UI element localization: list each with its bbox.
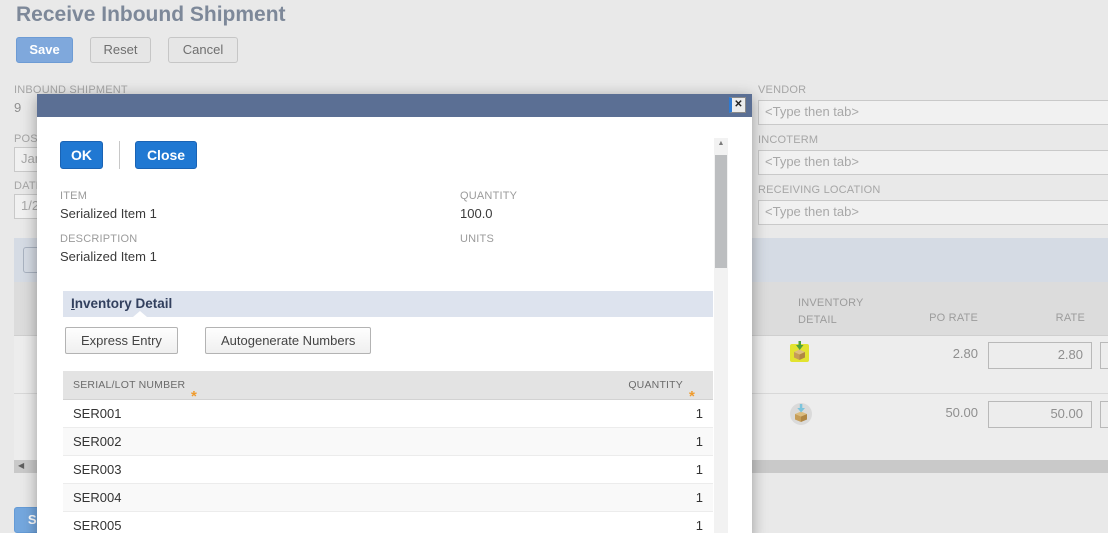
close-button[interactable]: Close — [135, 141, 197, 169]
scroll-left-icon[interactable]: ◀ — [18, 461, 24, 470]
serial-table-row[interactable]: SER004 1 — [63, 484, 713, 512]
dialog-tabstrip: Inventory Detail — [63, 291, 713, 317]
dialog-scrollbar[interactable]: ▲ — [714, 138, 728, 533]
units-label: UNITS — [460, 233, 494, 245]
express-entry-button[interactable]: Express Entry — [65, 327, 178, 354]
item-value: Serialized Item 1 — [60, 206, 157, 221]
inventory-detail-column-header: INVENTORY DETAIL — [798, 297, 864, 326]
scroll-up-icon[interactable]: ▲ — [714, 140, 728, 147]
page-title: Receive Inbound Shipment — [16, 3, 286, 26]
tab-inventory-detail[interactable]: Inventory Detail — [71, 296, 172, 311]
serial-lot-number-column-header: SERIAL/LOT NUMBER — [73, 379, 186, 391]
autogenerate-numbers-button[interactable]: Autogenerate Numbers — [205, 327, 372, 354]
serial-table: SERIAL/LOT NUMBER * QUANTITY * SER001 1 SE… — [63, 371, 713, 533]
po-rate-value: 50.00 — [945, 405, 978, 420]
incoterm-input[interactable]: <Type then tab> — [758, 150, 1108, 175]
serial-table-body: SER001 1 SER002 1 SER003 1 SER004 1 SER005 1 — [63, 400, 713, 533]
inventory-detail-assigned-icon[interactable] — [789, 340, 810, 368]
item-label: ITEM — [60, 190, 88, 202]
serial-number-cell: SER005 — [73, 518, 122, 533]
receiving-location-label: RECEIVING LOCATION — [758, 184, 881, 196]
description-label: DESCRIPTION — [60, 233, 138, 245]
serial-table-row[interactable]: SER003 1 — [63, 456, 713, 484]
scrollbar-thumb[interactable] — [715, 155, 727, 268]
save-button[interactable]: Save — [16, 37, 73, 63]
serial-number-cell: SER002 — [73, 434, 122, 449]
quantity-value: 100.0 — [460, 206, 493, 221]
po-rate-value: 2.80 — [952, 346, 978, 361]
clipped-input[interactable] — [1100, 401, 1108, 428]
rate-column-header: RATE — [1055, 312, 1085, 324]
quantity-cell: 1 — [695, 518, 703, 533]
vendor-input[interactable]: <Type then tab> — [758, 100, 1108, 125]
description-value: Serialized Item 1 — [60, 249, 157, 264]
vendor-label: VENDOR — [758, 84, 807, 96]
inbound-shipment-value: 9 — [14, 100, 22, 115]
serial-table-header: SERIAL/LOT NUMBER * QUANTITY * — [63, 371, 713, 405]
receive-inbound-shipment-page: Receive Inbound Shipment Save Reset Canc… — [0, 0, 1108, 533]
close-icon[interactable]: ✕ — [729, 97, 746, 113]
serial-table-row[interactable]: SER002 1 — [63, 428, 713, 456]
quantity-column-header: QUANTITY — [628, 379, 683, 391]
serial-table-row[interactable]: SER005 1 — [63, 512, 713, 533]
inventory-detail-dialog: ✕ OK Close ITEM Serialized Item 1 QUANTI… — [37, 94, 752, 533]
inventory-detail-icon[interactable] — [789, 401, 813, 431]
serial-number-cell: SER003 — [73, 462, 122, 477]
quantity-cell: 1 — [695, 462, 703, 477]
button-divider — [119, 141, 120, 169]
serial-number-cell: SER001 — [73, 406, 122, 421]
cancel-button[interactable]: Cancel — [168, 37, 238, 63]
reset-button[interactable]: Reset — [90, 37, 151, 63]
quantity-cell: 1 — [695, 490, 703, 505]
active-tab-notch — [133, 311, 147, 317]
quantity-label: QUANTITY — [460, 190, 518, 202]
serial-number-cell: SER004 — [73, 490, 122, 505]
quantity-cell: 1 — [695, 406, 703, 421]
clipped-input[interactable] — [1100, 342, 1108, 369]
po-rate-column-header: PO RATE — [929, 312, 978, 324]
rate-input[interactable]: 2.80 — [988, 342, 1092, 369]
ok-button[interactable]: OK — [60, 141, 103, 169]
quantity-cell: 1 — [695, 434, 703, 449]
incoterm-label: INCOTERM — [758, 134, 819, 146]
receiving-location-input[interactable]: <Type then tab> — [758, 200, 1108, 225]
dialog-titlebar: ✕ — [37, 94, 752, 117]
rate-input[interactable]: 50.00 — [988, 401, 1092, 428]
serial-table-row[interactable]: SER001 1 — [63, 400, 713, 428]
